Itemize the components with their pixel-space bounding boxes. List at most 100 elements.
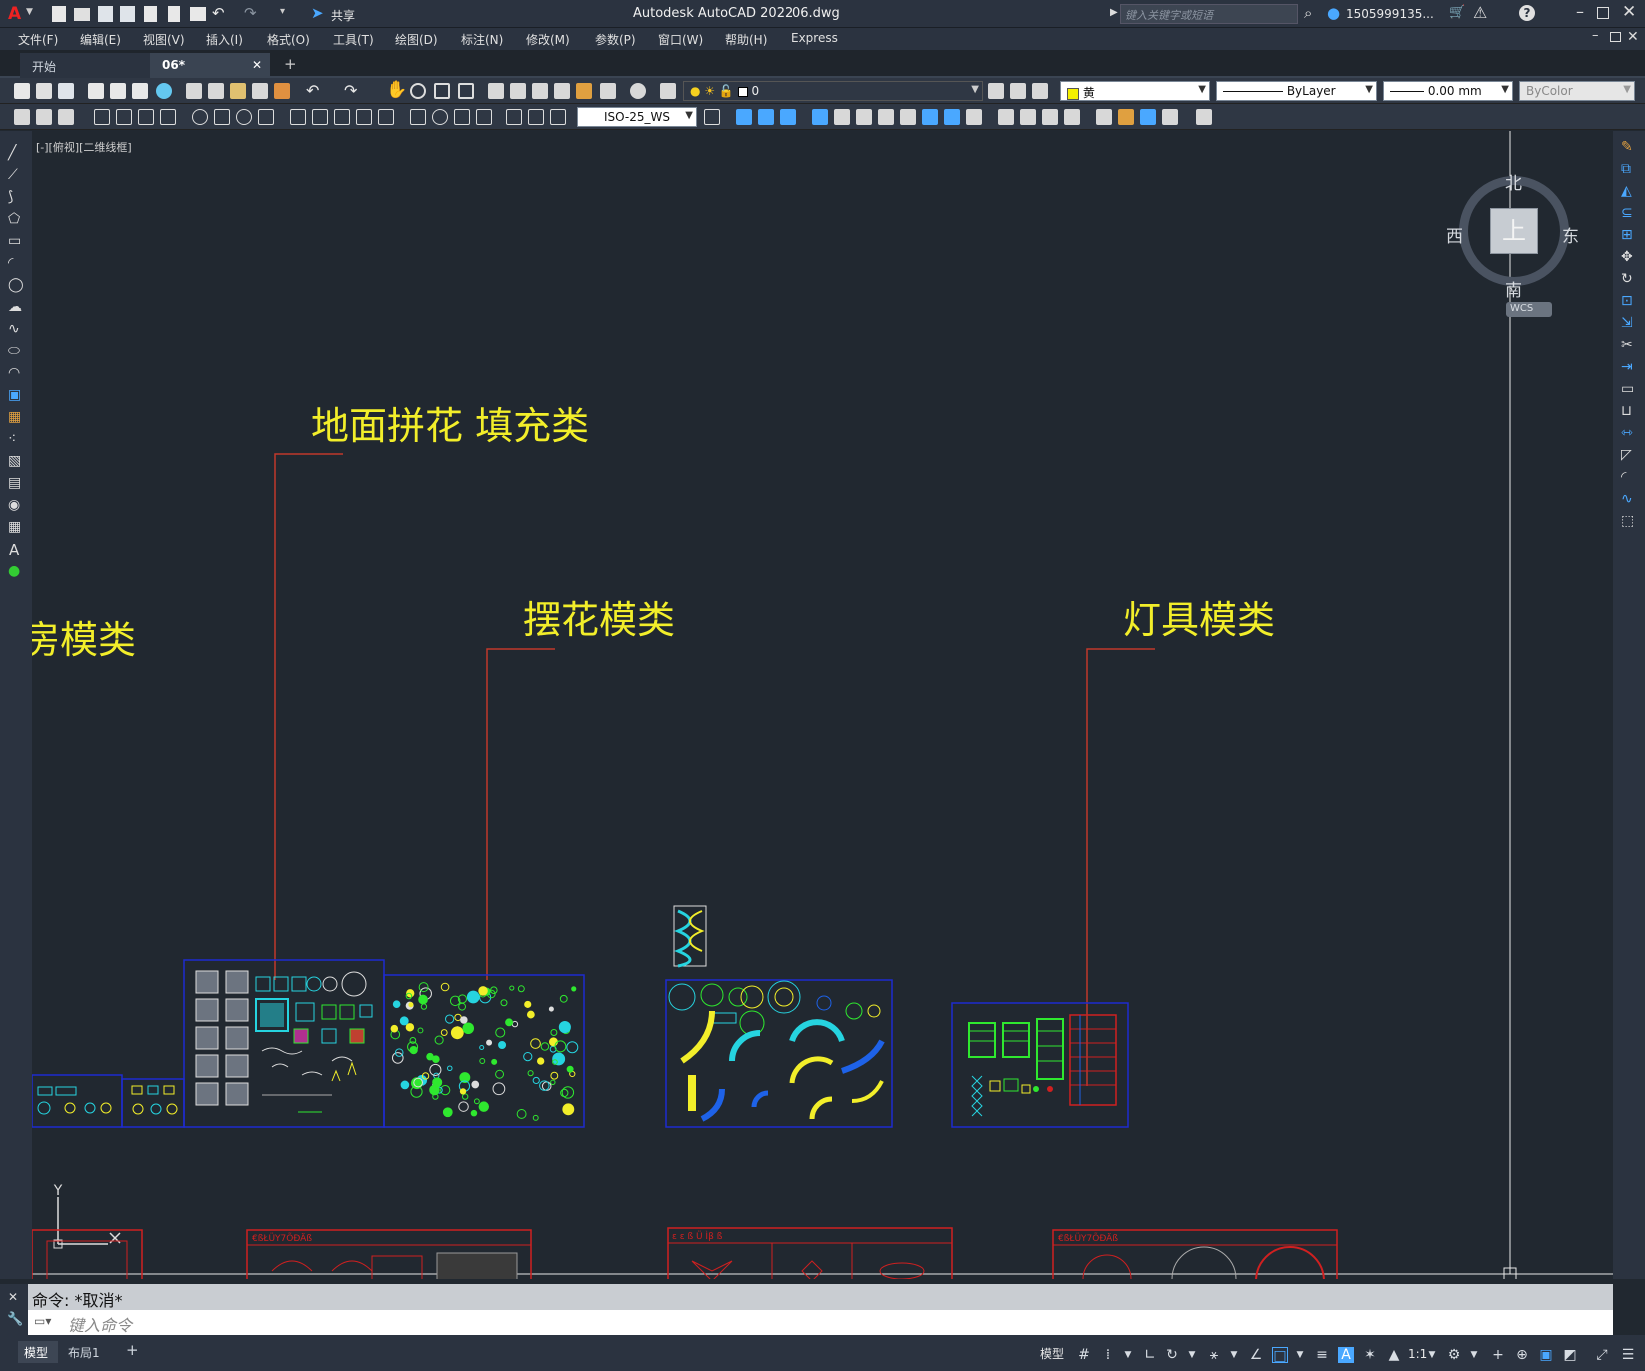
properties-icon[interactable]	[488, 83, 504, 99]
blend-curves-icon[interactable]: ∿	[1621, 491, 1633, 507]
publish-icon[interactable]	[144, 6, 157, 22]
diameter-dim-icon[interactable]	[236, 109, 252, 125]
cut-icon[interactable]	[186, 83, 202, 99]
compass-south[interactable]: 南	[1505, 276, 1522, 301]
drawing-canvas[interactable]: Y €ßŁÜY7ÕÐÄß ε ε ß Ü Ìβ ß €ßŁÜY7ÕÐÄß 房模类…	[32, 131, 1613, 1279]
annotation-visibility-icon[interactable]: ✶	[1362, 1347, 1378, 1363]
revision-cloud-icon[interactable]: ☁	[8, 299, 22, 315]
tool-icon-2[interactable]	[36, 109, 52, 125]
inspection-icon[interactable]	[454, 109, 470, 125]
dropdown-icon[interactable]: ▼	[1226, 1347, 1242, 1363]
autocad-logo-icon[interactable]: A	[8, 4, 21, 24]
help-icon[interactable]	[630, 83, 646, 99]
menu-parameter[interactable]: 参数(P)	[595, 31, 636, 48]
edit-array-icon[interactable]	[1196, 109, 1212, 125]
menu-view[interactable]: 视图(V)	[143, 31, 185, 48]
isodraft-icon[interactable]: ⚹	[1206, 1347, 1222, 1363]
command-close-icon[interactable]: ✕	[8, 1290, 18, 1304]
jogged-dim-icon[interactable]	[214, 109, 230, 125]
grid-icon[interactable]: #	[1076, 1347, 1092, 1363]
polygon-icon[interactable]: ⬠	[8, 211, 20, 227]
gradient-icon[interactable]: ▤	[8, 475, 21, 491]
hatch-icon[interactable]: ▧	[8, 453, 21, 469]
block-editor-icon[interactable]	[274, 83, 290, 99]
calculator-icon[interactable]	[600, 83, 616, 99]
copy-tool-icon[interactable]: ⧉	[1621, 161, 1631, 177]
user-icon[interactable]: ●	[1327, 4, 1340, 22]
region-icon[interactable]: ◉	[8, 497, 20, 513]
wcs-button[interactable]: WCS	[1506, 302, 1552, 317]
break-icon[interactable]	[998, 109, 1014, 125]
tab-layout1[interactable]: 布局1	[68, 1344, 100, 1361]
tab-close-icon[interactable]: ✕	[252, 58, 262, 72]
command-prompt-icon[interactable]: ▭▾	[34, 1314, 51, 1328]
center-mark-icon[interactable]	[432, 109, 448, 125]
linear-dim-icon[interactable]	[94, 109, 110, 125]
export-icon[interactable]	[168, 6, 180, 22]
make-block-icon[interactable]: ▦	[8, 409, 21, 425]
layer-state-icon[interactable]	[1032, 83, 1048, 99]
new-icon[interactable]	[14, 83, 30, 99]
ordinate-dim-icon[interactable]	[160, 109, 176, 125]
model-space-button[interactable]: 模型	[1040, 1345, 1064, 1362]
save-as-icon[interactable]	[120, 6, 135, 22]
ellipse-arc-icon[interactable]: ◠	[8, 365, 20, 381]
dim-edit-icon[interactable]	[506, 109, 522, 125]
viewcube[interactable]: 上 北 南 西 东	[1446, 156, 1579, 301]
print-icon[interactable]	[88, 83, 104, 99]
erase-icon[interactable]	[736, 109, 752, 125]
stretch-tool-icon[interactable]: ⇲	[1621, 315, 1633, 331]
dim-text-edit-icon[interactable]	[528, 109, 544, 125]
viewcube-top-face[interactable]: 上	[1490, 208, 1538, 254]
text-tool-icon[interactable]: A	[9, 541, 19, 559]
extend-tool-icon[interactable]: ⇥	[1621, 359, 1633, 375]
menu-dimension[interactable]: 标注(N)	[461, 31, 503, 48]
menu-tools[interactable]: 工具(T)	[333, 31, 374, 48]
explode-icon[interactable]	[1096, 109, 1112, 125]
menu-modify[interactable]: 修改(M)	[526, 31, 570, 48]
share-button[interactable]: 共享	[331, 7, 355, 24]
menu-format[interactable]: 格式(O)	[267, 31, 310, 48]
radius-dim-icon[interactable]	[192, 109, 208, 125]
polar-icon[interactable]: ↻	[1164, 1347, 1180, 1363]
join-tool-icon[interactable]: ⇿	[1621, 425, 1633, 441]
dim-break-icon[interactable]	[378, 109, 394, 125]
compass-west[interactable]: 西	[1446, 222, 1463, 247]
edit-hatch-icon[interactable]	[1162, 109, 1178, 125]
copy-icon[interactable]	[208, 83, 224, 99]
menu-window[interactable]: 窗口(W)	[658, 31, 703, 48]
scale-tool-icon[interactable]: ⊡	[1621, 293, 1633, 309]
edit-spline-icon[interactable]	[1140, 109, 1156, 125]
insert-block-icon[interactable]: ▣	[8, 387, 21, 403]
undo-icon[interactable]: ↶	[212, 4, 225, 22]
customize-qat-icon[interactable]: ▾	[280, 6, 285, 17]
menu-draw[interactable]: 绘图(D)	[395, 31, 438, 48]
join-icon[interactable]	[1020, 109, 1036, 125]
tool-palettes-icon[interactable]	[532, 83, 548, 99]
dropdown-icon[interactable]: ▼	[1120, 1347, 1136, 1363]
layer-previous-icon[interactable]	[1010, 83, 1026, 99]
plot-icon[interactable]	[132, 83, 148, 99]
baseline-dim-icon[interactable]	[312, 109, 328, 125]
array-tool-icon[interactable]: ⊞	[1621, 227, 1633, 243]
tolerance-icon[interactable]	[410, 109, 426, 125]
new-file-icon[interactable]	[52, 6, 66, 22]
new-tab-button[interactable]: +	[284, 55, 297, 73]
linetype-combo[interactable]: ByLayer ▼	[1216, 81, 1377, 101]
chamfer-tool-icon[interactable]: ◸	[1621, 447, 1632, 463]
line-tool-icon[interactable]: ╱	[8, 145, 16, 161]
construction-line-icon[interactable]: ⟋	[8, 167, 18, 183]
expand-arrow-icon[interactable]: ▶	[1110, 7, 1118, 18]
break-tool-icon[interactable]: ⊔	[1621, 403, 1632, 419]
extend-icon[interactable]	[966, 109, 982, 125]
add-selected-icon[interactable]: ●	[8, 563, 20, 579]
tab-start[interactable]: 开始	[20, 53, 150, 78]
lineweight-icon[interactable]: ≡	[1314, 1347, 1330, 1363]
add-layout-button[interactable]: +	[126, 1341, 139, 1359]
mirror-tool-icon[interactable]: ◭	[1621, 183, 1632, 199]
tool-icon-1[interactable]	[14, 109, 30, 125]
stretch-icon[interactable]	[922, 109, 938, 125]
maximize-icon[interactable]	[1597, 7, 1609, 19]
dim-space-icon[interactable]	[356, 109, 372, 125]
workspace-gear-icon[interactable]: ⚙	[1446, 1347, 1462, 1363]
